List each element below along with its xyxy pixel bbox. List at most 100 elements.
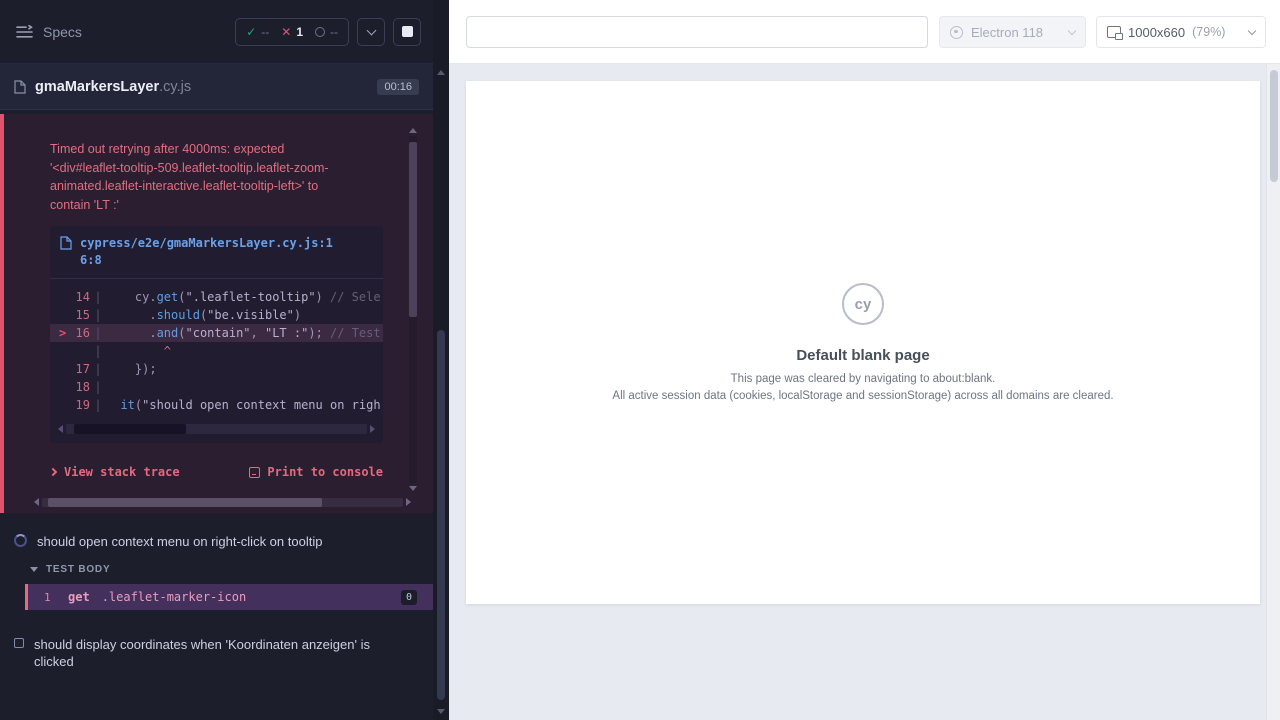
- specs-menu-icon[interactable]: [16, 25, 33, 39]
- code-text: cy.get(".leaflet-tooltip") // Sele: [106, 290, 383, 304]
- viewport-icon: [1107, 26, 1121, 38]
- error-file-link[interactable]: cypress/e2e/gmaMarkersLayer.cy.js:16:8: [80, 235, 334, 269]
- browser-select[interactable]: Electron 118: [939, 16, 1086, 48]
- scroll-left-arrow[interactable]: [34, 498, 39, 506]
- error-horizontal-scrollbar[interactable]: [34, 496, 411, 508]
- scroll-right-arrow[interactable]: [370, 425, 375, 433]
- blank-page-line2: All active session data (cookies, localS…: [612, 390, 1113, 402]
- view-stack-trace-button[interactable]: View stack trace: [50, 465, 180, 479]
- code-line-caret: | ^: [50, 342, 383, 360]
- scroll-up-arrow[interactable]: [409, 128, 417, 133]
- spec-timer-badge: 00:16: [377, 79, 419, 95]
- code-line-17: 17 | });: [50, 360, 383, 378]
- code-line-16-highlighted: > 16 | .and("contain", "LT :"); // Test: [50, 324, 383, 342]
- reporter-scrollbar[interactable]: [433, 0, 449, 720]
- code-line-14: 14 | cy.get(".leaflet-tooltip") // Sele: [50, 288, 383, 306]
- line-number: 15: [50, 308, 90, 322]
- code-text: .should("be.visible"): [106, 308, 383, 322]
- code-line-15: 15 | .should("be.visible"): [50, 306, 383, 324]
- console-icon: [249, 467, 260, 478]
- command-number: 1: [44, 591, 68, 604]
- scrollbar-thumb[interactable]: [1270, 70, 1278, 182]
- scrollbar-track[interactable]: [409, 136, 417, 483]
- url-input[interactable]: [466, 16, 928, 48]
- url-toolbar: Electron 118 1000x660 (79%): [449, 0, 1280, 64]
- test-stats: ✓ -- ✕ 1 --: [235, 18, 349, 46]
- spec-header[interactable]: gmaMarkersLayer.cy.js 00:16: [0, 64, 433, 110]
- stat-passed: ✓ --: [246, 25, 269, 39]
- code-horizontal-scrollbar[interactable]: [58, 423, 375, 435]
- reporter-sidebar: Specs ✓ -- ✕ 1 --: [0, 0, 433, 720]
- blank-page-line1: This page was cleared by navigating to a…: [731, 373, 996, 385]
- test-title: should open context menu on right-click …: [37, 533, 322, 550]
- stop-button[interactable]: [393, 18, 421, 46]
- scrollbar-thumb[interactable]: [437, 330, 445, 700]
- error-message-line: contain 'LT :': [50, 196, 383, 215]
- command-method: get: [68, 590, 90, 604]
- error-panel: Timed out retrying after 4000ms: expecte…: [0, 114, 433, 513]
- code-text: .and("contain", "LT :"); // Test: [106, 326, 383, 340]
- error-line-marker: >: [59, 326, 66, 340]
- code-line-19: 19 | it("should open context menu on rig…: [50, 396, 383, 414]
- print-to-console-button[interactable]: Print to console: [249, 465, 383, 479]
- scroll-right-arrow[interactable]: [406, 498, 411, 506]
- viewport-scale: (79%): [1192, 25, 1242, 39]
- command-count-badge: 0: [401, 590, 417, 605]
- collapse-all-button[interactable]: [357, 18, 385, 46]
- pending-count: --: [330, 25, 338, 39]
- x-icon: ✕: [281, 25, 291, 39]
- view-stack-trace-label: View stack trace: [64, 465, 180, 479]
- test-running[interactable]: should open context menu on right-click …: [0, 522, 433, 559]
- page-scrollbar[interactable]: [1266, 64, 1280, 720]
- stat-pending: --: [315, 25, 338, 39]
- error-message-line: '<div#leaflet-tooltip-509.leaflet-toolti…: [50, 159, 383, 178]
- cypress-logo: cy: [842, 283, 884, 325]
- test-body-toggle[interactable]: TEST BODY: [0, 559, 433, 582]
- app-main: Electron 118 1000x660 (79%) cy Default b…: [449, 0, 1280, 720]
- spec-name-base: gmaMarkersLayer: [35, 79, 159, 95]
- error-actions: View stack trace Print to console: [50, 465, 383, 479]
- file-icon: [60, 236, 72, 250]
- reporter-controls: ✓ -- ✕ 1 --: [235, 18, 421, 46]
- scroll-down-arrow[interactable]: [437, 709, 445, 714]
- line-number: 17: [50, 362, 90, 376]
- gutter-pipe: |: [90, 398, 106, 412]
- viewport-select[interactable]: 1000x660 (79%): [1096, 16, 1266, 48]
- line-number: 14: [50, 290, 90, 304]
- scroll-down-arrow[interactable]: [409, 486, 417, 491]
- code-text: ^: [106, 344, 383, 358]
- code-text: });: [106, 362, 383, 376]
- error-vertical-scrollbar[interactable]: [408, 128, 418, 491]
- gutter-pipe: |: [90, 308, 106, 322]
- chevron-down-icon: [30, 567, 38, 572]
- command-target: .leaflet-marker-icon: [102, 590, 247, 604]
- scrollbar-thumb[interactable]: [48, 498, 322, 507]
- scroll-up-arrow[interactable]: [437, 70, 445, 75]
- command-log-entry[interactable]: 1 get .leaflet-marker-icon 0: [25, 584, 433, 610]
- test-body-label: TEST BODY: [46, 564, 110, 575]
- scrollbar-track[interactable]: [66, 424, 367, 434]
- scrollbar-track[interactable]: [42, 498, 403, 507]
- gutter-pipe: |: [90, 380, 106, 394]
- aut-frame: cy Default blank page This page was clea…: [466, 81, 1260, 604]
- scroll-left-arrow[interactable]: [58, 425, 63, 433]
- line-number: 18: [50, 380, 90, 394]
- gutter-pipe: |: [90, 362, 106, 376]
- error-message: Timed out retrying after 4000ms: expecte…: [50, 140, 383, 214]
- pending-circle-icon: [315, 27, 325, 37]
- test-pending[interactable]: should display coordinates when 'Koordin…: [0, 625, 433, 679]
- error-message-line: animated.leaflet-interactive.leaflet-too…: [50, 177, 383, 196]
- spec-name: gmaMarkersLayer.cy.js: [35, 79, 368, 95]
- gutter-pipe: |: [90, 344, 106, 358]
- viewport-size: 1000x660: [1128, 25, 1185, 40]
- running-spinner-icon: [14, 534, 27, 547]
- specs-title[interactable]: Specs: [43, 24, 82, 40]
- print-to-console-label: Print to console: [267, 465, 383, 479]
- gutter-pipe: |: [90, 290, 106, 304]
- scrollbar-thumb[interactable]: [409, 142, 417, 317]
- passed-count: --: [261, 25, 269, 39]
- spec-file-icon: [14, 80, 26, 94]
- pending-test-icon: [14, 638, 24, 648]
- scrollbar-thumb[interactable]: [74, 424, 186, 434]
- stop-icon: [402, 26, 413, 37]
